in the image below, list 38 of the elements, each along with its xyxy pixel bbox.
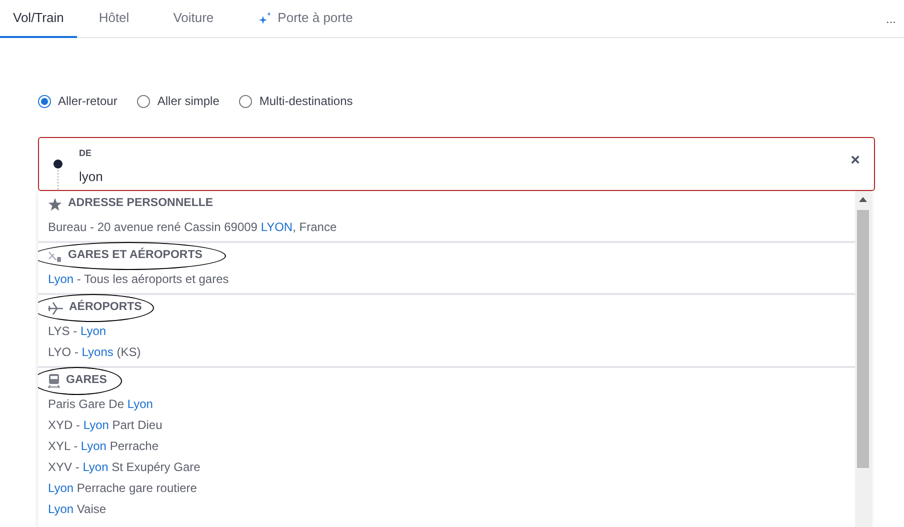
suggestion-item[interactable]: Lyon Perrache gare routiere xyxy=(38,477,855,498)
plane-train-icon xyxy=(48,250,62,262)
plane-icon xyxy=(48,302,63,314)
radio-icon[interactable] xyxy=(137,94,150,108)
suggestion-item[interactable]: Lyon Vaise xyxy=(38,498,855,519)
suggestion-item[interactable]: Paris Gare De Lyon xyxy=(38,393,855,414)
origin-field[interactable]: DE lyon × xyxy=(38,137,875,191)
sparkle-icon xyxy=(258,12,272,24)
section-heading: GARES xyxy=(66,373,107,388)
scrollbar[interactable] xyxy=(855,191,871,527)
tab[interactable]: Hôtel xyxy=(76,0,152,38)
tab[interactable]: Voiture xyxy=(151,0,236,38)
field-value: lyon xyxy=(79,168,103,186)
suggestion-item[interactable]: LYO - Lyons (KS) xyxy=(38,341,855,362)
tab[interactable]: Vol/Train xyxy=(0,0,77,38)
train-icon xyxy=(48,374,60,388)
radio-icon[interactable] xyxy=(38,94,51,108)
scroll-up-icon[interactable] xyxy=(859,197,867,202)
trip-type-radio[interactable]: Aller-retour xyxy=(38,92,118,110)
tab[interactable]: Porte à porte xyxy=(236,0,375,38)
radio-icon[interactable] xyxy=(239,94,252,108)
field-label: DE xyxy=(79,147,93,160)
trip-type-radio[interactable]: Multi-destinations xyxy=(239,92,353,110)
suggestion-item[interactable]: XYD - Lyon Part Dieu xyxy=(38,414,855,435)
section-heading: GARES ET AÉROPORTS xyxy=(68,247,202,264)
suggestion-item[interactable]: XYV - Lyon St Exupéry Gare xyxy=(38,456,855,477)
section-heading: ADRESSE PERSONNELLE xyxy=(68,196,214,212)
suggestion-item[interactable]: Bureau - 20 avenue rené Cassin 69009 LYON, France xyxy=(38,216,855,237)
suggestion-item[interactable]: LYS - Lyon xyxy=(38,320,855,341)
origin-dot-icon xyxy=(53,159,63,191)
more-button[interactable]: ... xyxy=(886,0,904,37)
suggestion-item[interactable]: Lyon - Tous les aéroports et gares xyxy=(38,268,855,289)
suggestion-item[interactable]: XYL - Lyon Perrache xyxy=(38,435,855,456)
trip-type-radio[interactable]: Aller simple xyxy=(137,92,220,110)
section-heading: AÉROPORTS xyxy=(69,299,142,316)
star-icon xyxy=(48,198,62,210)
clear-button[interactable]: × xyxy=(850,153,860,169)
scrollbar-thumb[interactable] xyxy=(857,210,869,468)
